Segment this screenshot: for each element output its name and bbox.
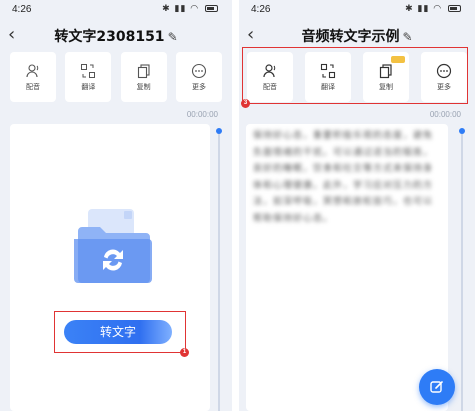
transcript-text[interactable]: 保持好心态，重要积极乐观的态度，避免负面情绪的干扰。可以通过适当的锻炼，良好的睡… — [253, 128, 439, 227]
copy-button[interactable]: 复制 — [120, 52, 167, 102]
person-voice-icon — [26, 63, 39, 77]
left-screen: 4:26 ✱ ▮▮ ◠ ‹ 转文字2308151 ✎ 配音 翻译 复制 更多 00… — [0, 0, 232, 411]
pencil-icon[interactable]: ✎ — [168, 30, 178, 44]
highlight-box-toolbar — [242, 47, 468, 104]
more-icon — [191, 63, 207, 78]
more-button[interactable]: 更多 — [175, 52, 222, 102]
copy-label: 复制 — [136, 82, 151, 91]
dub-label: 配音 — [26, 82, 40, 91]
page-title-text: 转文字2308151 — [54, 29, 165, 45]
copy-icon — [137, 63, 150, 78]
page-title[interactable]: 音频转文字示例 ✎ — [239, 26, 475, 46]
scrollbar-thumb[interactable] — [459, 128, 465, 134]
step-badge-1: 1 — [180, 348, 189, 357]
translate-label: 翻译 — [81, 82, 96, 91]
step-badge-3: 3 — [241, 99, 250, 108]
edit-fab-button[interactable] — [419, 369, 455, 405]
scrollbar-thumb[interactable] — [216, 128, 222, 134]
more-label: 更多 — [191, 82, 206, 91]
timestamp: 00:00:00 — [186, 110, 218, 119]
translate-button[interactable]: 翻译 — [65, 52, 112, 102]
panel-divider — [232, 0, 239, 411]
status-bar: 4:26 ✱ ▮▮ ◠ — [0, 0, 232, 20]
action-toolbar: 配音 翻译 复制 更多 — [10, 52, 222, 102]
dub-button[interactable]: 配音 — [10, 52, 56, 102]
translate-icon — [81, 63, 96, 78]
scrollbar-track[interactable] — [218, 130, 220, 411]
highlight-box-convert — [54, 311, 186, 353]
folder-refresh-icon — [74, 209, 152, 283]
nav-bar: ‹ 转文字2308151 ✎ — [0, 20, 232, 50]
timestamp: 00:00:00 — [429, 110, 461, 119]
page-title[interactable]: 转文字2308151 ✎ — [0, 26, 232, 46]
right-screen: 4:26 ✱ ▮▮ ◠ ‹ 音频转文字示例 ✎ 配音 翻译 复制 更多 3 00:… — [239, 0, 475, 411]
pencil-icon[interactable]: ✎ — [402, 30, 412, 44]
battery-icon — [448, 5, 461, 12]
edit-icon — [430, 381, 443, 393]
nav-bar: ‹ 音频转文字示例 ✎ — [239, 20, 475, 50]
scrollbar-track[interactable] — [461, 130, 463, 411]
status-time: 4:26 — [12, 4, 32, 15]
page-title-text: 音频转文字示例 — [301, 29, 400, 45]
battery-icon — [205, 5, 218, 12]
status-icons: ✱ ▮▮ ◠ — [405, 4, 461, 14]
status-icons: ✱ ▮▮ ◠ — [162, 4, 218, 14]
status-time: 4:26 — [251, 4, 271, 15]
status-bar: 4:26 ✱ ▮▮ ◠ — [239, 0, 475, 20]
